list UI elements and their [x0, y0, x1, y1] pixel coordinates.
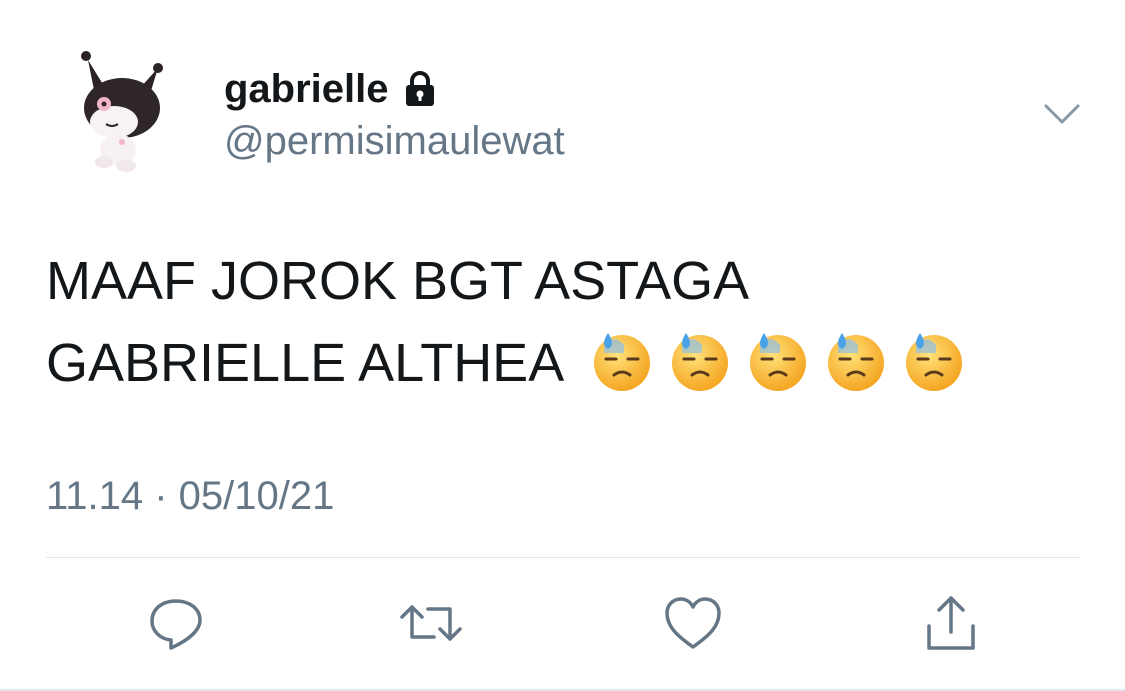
tweet-text-line-2-text: GABRIELLE ALTHEA	[46, 333, 562, 393]
user-handle[interactable]: @permisimaulewat	[224, 118, 565, 164]
lock-icon	[401, 70, 439, 108]
retweet-button[interactable]	[398, 590, 464, 656]
chevron-down-icon[interactable]	[1042, 96, 1082, 132]
display-name-text: gabrielle	[224, 67, 389, 111]
downcast-face-with-sweat-icon	[902, 329, 966, 393]
share-button[interactable]	[918, 590, 984, 656]
heart-icon	[665, 597, 721, 649]
divider	[46, 557, 1080, 558]
emoji-group	[590, 329, 966, 393]
reply-button[interactable]	[143, 590, 209, 656]
downcast-face-with-sweat-icon	[746, 329, 810, 393]
tweet-text-line-1: MAAF JOROK BGT ASTAGA	[46, 251, 750, 311]
tweet-text: MAAF JOROK BGT ASTAGA GABRIELLE ALTHEA	[46, 240, 1086, 404]
reply-icon	[150, 599, 202, 650]
avatar[interactable]	[74, 46, 166, 176]
action-bar	[0, 590, 1125, 660]
tweet-timestamp[interactable]: 11.14 · 05/10/21	[46, 472, 334, 520]
like-button[interactable]	[660, 590, 726, 656]
downcast-face-with-sweat-icon	[590, 329, 654, 393]
share-icon	[927, 596, 975, 650]
downcast-face-with-sweat-icon	[824, 329, 888, 393]
tweet-text-line-2: GABRIELLE ALTHEA	[46, 322, 1086, 404]
downcast-face-with-sweat-icon	[668, 329, 732, 393]
tweet-card: gabrielle @permisimaulewat MAAF JOROK BG…	[0, 0, 1125, 691]
retweet-icon	[400, 605, 462, 641]
display-name[interactable]: gabrielle	[224, 66, 439, 112]
